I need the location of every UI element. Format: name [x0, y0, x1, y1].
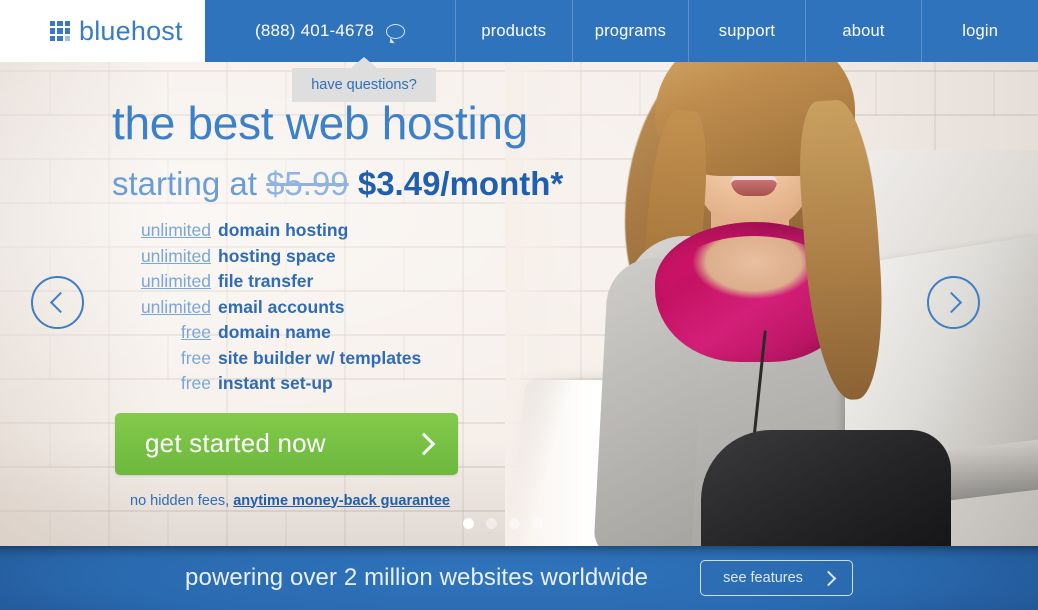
speech-bubble-icon[interactable] — [386, 23, 406, 39]
new-price: $3.49/month* — [357, 165, 564, 202]
feature-description: site builder w/ templates — [218, 347, 422, 368]
fineprint-text: no hidden fees, — [130, 492, 234, 509]
chevron-right-icon — [940, 291, 962, 314]
list-item: free domain name — [112, 322, 560, 342]
promo-text: powering over 2 million websites worldwi… — [185, 564, 649, 591]
carousel-dot-3[interactable] — [509, 518, 520, 529]
top-navigation-bar: bluehost (888) 401-4678 products program… — [0, 0, 1038, 62]
bottom-promo-bar: powering over 2 million websites worldwi… — [0, 546, 1038, 610]
brand-logo[interactable]: bluehost — [0, 0, 205, 62]
feature-qualifier[interactable]: unlimited — [112, 298, 218, 317]
feature-qualifier[interactable]: unlimited — [112, 247, 218, 266]
carousel-dot-4[interactable] — [532, 518, 543, 529]
nav-item-products[interactable]: products — [455, 0, 572, 62]
grid-squares-icon — [50, 21, 70, 41]
feature-qualifier: free — [180, 347, 211, 368]
phone-number: (888) 401-4678 — [254, 21, 375, 40]
list-item: unlimited file transfer — [112, 271, 560, 291]
see-features-button[interactable]: see features — [700, 560, 853, 596]
list-item: unlimited domain hosting — [112, 220, 560, 240]
chevron-left-icon — [49, 291, 71, 314]
feature-qualifier[interactable]: free — [112, 323, 218, 342]
feature-qualifier[interactable]: unlimited — [112, 221, 218, 240]
feature-description: instant set-up — [218, 373, 333, 393]
get-started-label: get started now — [145, 428, 326, 458]
feature-qualifier[interactable]: unlimited — [112, 272, 218, 291]
feature-qualifier: free — [180, 373, 211, 393]
photo-left-fade — [505, 0, 1038, 546]
bluehost-homepage: bluehost (888) 401-4678 products program… — [0, 0, 1038, 610]
hero-headline: the best web hosting — [112, 97, 528, 149]
feature-description: domain name — [218, 322, 331, 342]
hero-subheadline: starting at $5.99 $3.49/month* — [0, 165, 564, 202]
list-item: unlimited hosting space — [112, 245, 560, 266]
nav-item-programs[interactable]: programs — [571, 0, 689, 62]
phone-number-block[interactable]: (888) 401-4678 — [205, 0, 455, 62]
carousel-dots — [463, 518, 543, 529]
feature-description: hosting space — [218, 245, 336, 266]
money-back-guarantee-link[interactable]: anytime money-back guarantee — [233, 493, 450, 509]
feature-list: unlimited domain hosting unlimited hosti… — [0, 220, 560, 393]
nav-item-support[interactable]: support — [688, 0, 805, 62]
list-item: free instant set-up — [112, 373, 560, 393]
feature-description: email accounts — [218, 296, 345, 317]
old-price: $5.99 — [266, 165, 349, 202]
nav-items: products programs support about login — [455, 0, 1038, 62]
carousel-dot-1[interactable] — [463, 518, 474, 529]
subhead-prefix: starting at — [112, 165, 267, 202]
get-started-button[interactable]: get started now — [115, 412, 458, 475]
see-features-label: see features — [723, 570, 803, 586]
hero-copy: the best web hosting starting at $5.99 $… — [0, 97, 564, 509]
feature-description: file transfer — [218, 271, 314, 291]
hero-photo-woman-with-laptop — [505, 0, 1038, 546]
brand-name: bluehost — [79, 15, 183, 46]
chevron-right-icon — [820, 570, 837, 586]
nav-item-about[interactable]: about — [804, 0, 922, 62]
carousel-next-button[interactable] — [927, 276, 980, 329]
list-item: unlimited email accounts — [112, 296, 560, 317]
have-questions-tooltip[interactable]: have questions? — [292, 68, 436, 102]
list-item: free site builder w/ templates — [112, 347, 560, 368]
feature-description: domain hosting — [218, 220, 349, 240]
chevron-right-icon — [412, 432, 436, 455]
carousel-dot-2[interactable] — [486, 518, 497, 529]
nav-item-login[interactable]: login — [921, 0, 1038, 62]
carousel-prev-button[interactable] — [31, 276, 84, 329]
fineprint: no hidden fees, anytime money-back guara… — [130, 493, 560, 509]
